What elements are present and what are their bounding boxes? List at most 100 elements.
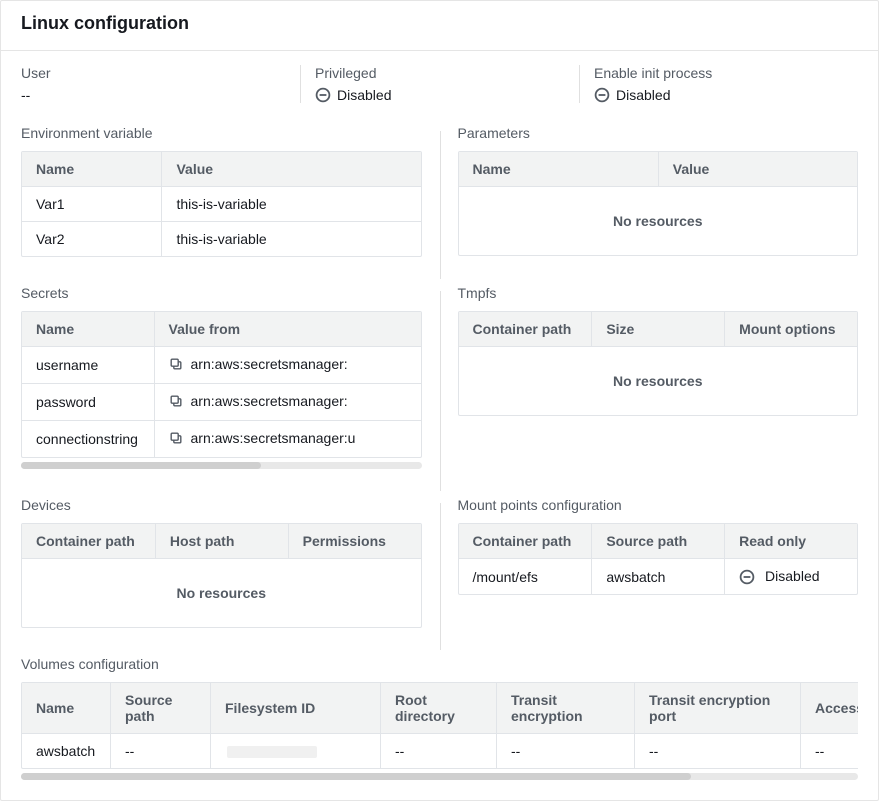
vol-col-src[interactable]: Source path — [110, 683, 210, 734]
privileged-label: Privileged — [315, 65, 579, 81]
secret-value-cell: arn:aws:secretsmanager: — [154, 347, 421, 383]
mounts-col-path[interactable]: Container path — [459, 524, 592, 559]
copy-icon[interactable] — [169, 430, 183, 448]
linux-configuration-panel: Linux configuration User -- Privileged D… — [0, 0, 879, 801]
table-row: password arn:aws:secretsmanager: — [22, 383, 421, 420]
vol-name-cell: awsbatch — [22, 734, 110, 768]
vol-src-cell: -- — [110, 734, 210, 768]
vol-col-tep[interactable]: Transit encryption port — [634, 683, 800, 734]
env-value-cell: this-is-variable — [161, 221, 420, 256]
params-col-value[interactable]: Value — [658, 152, 857, 187]
parameters-section: Parameters Name Value No resources — [458, 125, 859, 257]
panel-title: Linux configuration — [21, 13, 858, 34]
vol-col-te[interactable]: Transit encryption — [496, 683, 634, 734]
env-col-name[interactable]: Name — [22, 152, 161, 187]
env-vars-table: Name Value Var1 this-is-variable Var2 th… — [21, 151, 422, 257]
copy-icon[interactable] — [169, 393, 183, 411]
secrets-col-name[interactable]: Name — [22, 312, 154, 347]
vertical-divider — [440, 131, 441, 279]
parameters-table: Name Value No resources — [458, 151, 859, 256]
no-resources-text: No resources — [459, 347, 858, 415]
scrollbar-thumb[interactable] — [21, 462, 261, 469]
minus-circle-icon — [315, 87, 331, 103]
vol-tep-cell: -- — [634, 734, 800, 768]
env-name-cell: Var2 — [22, 221, 161, 256]
row-devices-mounts: Devices Container path Host path Permiss… — [21, 497, 858, 656]
panel-header: Linux configuration — [1, 1, 878, 51]
vol-root-cell: -- — [380, 734, 496, 768]
env-name-cell: Var1 — [22, 187, 161, 221]
table-row: Var1 this-is-variable — [22, 187, 421, 221]
user-kv: User -- — [21, 65, 300, 103]
empty-row: No resources — [459, 347, 858, 415]
vertical-divider — [440, 291, 441, 491]
mount-path-cell: /mount/efs — [459, 559, 592, 594]
copy-icon[interactable] — [169, 356, 183, 374]
secret-arn-text: arn:aws:secretsmanager: — [191, 356, 348, 372]
env-vars-label: Environment variable — [21, 125, 422, 141]
tmpfs-col-size[interactable]: Size — [591, 312, 724, 347]
init-kv: Enable init process Disabled — [579, 65, 858, 103]
volumes-label: Volumes configuration — [21, 656, 858, 672]
empty-row: No resources — [22, 559, 421, 627]
vol-col-ap[interactable]: Access p — [800, 683, 858, 734]
vol-col-root[interactable]: Root directory — [380, 683, 496, 734]
vol-col-fs[interactable]: Filesystem ID — [210, 683, 380, 734]
devices-col-path[interactable]: Container path — [22, 524, 155, 559]
table-row: awsbatch -- -- -- -- -- — [22, 734, 858, 768]
panel-body: User -- Privileged Disabled Enable init … — [1, 51, 878, 800]
table-row: connectionstring arn:aws:secretsmanager:… — [22, 420, 421, 457]
table-row: /mount/efs awsbatch Disabled — [459, 559, 858, 594]
init-value-text: Disabled — [616, 87, 670, 103]
secrets-section: Secrets Name Value from username — [21, 285, 422, 469]
secrets-label: Secrets — [21, 285, 422, 301]
devices-label: Devices — [21, 497, 422, 513]
env-value-cell: this-is-variable — [161, 187, 420, 221]
table-row: Var2 this-is-variable — [22, 221, 421, 256]
tmpfs-section: Tmpfs Container path Size Mount options … — [458, 285, 859, 469]
minus-circle-icon — [739, 569, 755, 585]
devices-col-host[interactable]: Host path — [155, 524, 288, 559]
volumes-section: Volumes configuration Name Source path F… — [21, 656, 858, 780]
secret-arn-text: arn:aws:secretsmanager: — [191, 393, 348, 409]
mount-points-section: Mount points configuration Container pat… — [458, 497, 859, 628]
volumes-table: Name Source path Filesystem ID Root dire… — [21, 682, 858, 769]
secrets-horizontal-scrollbar[interactable] — [21, 462, 422, 469]
row-secrets-tmpfs: Secrets Name Value from username — [21, 285, 858, 497]
env-col-value[interactable]: Value — [161, 152, 420, 187]
no-resources-text: No resources — [22, 559, 421, 627]
scrollbar-thumb[interactable] — [21, 773, 691, 780]
vol-ap-cell: -- — [800, 734, 858, 768]
devices-table: Container path Host path Permissions No … — [21, 523, 422, 628]
mount-points-table: Container path Source path Read only /mo… — [458, 523, 859, 595]
mounts-col-src[interactable]: Source path — [591, 524, 724, 559]
devices-col-perm[interactable]: Permissions — [288, 524, 421, 559]
init-value: Disabled — [594, 87, 858, 103]
mount-ro-text: Disabled — [765, 568, 819, 584]
secret-arn-text: arn:aws:secretsmanager:u — [191, 430, 356, 446]
secrets-table: Name Value from username arn:a — [21, 311, 422, 458]
tmpfs-col-mount[interactable]: Mount options — [724, 312, 857, 347]
secret-value-cell: arn:aws:secretsmanager: — [154, 383, 421, 420]
redacted-value — [227, 746, 317, 758]
secret-name-cell: password — [22, 383, 154, 420]
parameters-label: Parameters — [458, 125, 859, 141]
vertical-divider — [440, 503, 441, 650]
tmpfs-label: Tmpfs — [458, 285, 859, 301]
vol-col-name[interactable]: Name — [22, 683, 110, 734]
params-col-name[interactable]: Name — [459, 152, 658, 187]
privileged-value-text: Disabled — [337, 87, 391, 103]
mount-src-cell: awsbatch — [591, 559, 724, 594]
secrets-col-value[interactable]: Value from — [154, 312, 421, 347]
volumes-horizontal-scrollbar[interactable] — [21, 773, 858, 780]
privileged-value: Disabled — [315, 87, 579, 103]
user-value: -- — [21, 87, 300, 103]
vol-fs-cell — [210, 734, 380, 768]
empty-row: No resources — [459, 187, 858, 255]
tmpfs-col-path[interactable]: Container path — [459, 312, 592, 347]
devices-section: Devices Container path Host path Permiss… — [21, 497, 422, 628]
mount-points-label: Mount points configuration — [458, 497, 859, 513]
mounts-col-ro[interactable]: Read only — [724, 524, 857, 559]
user-label: User — [21, 65, 300, 81]
no-resources-text: No resources — [459, 187, 858, 255]
